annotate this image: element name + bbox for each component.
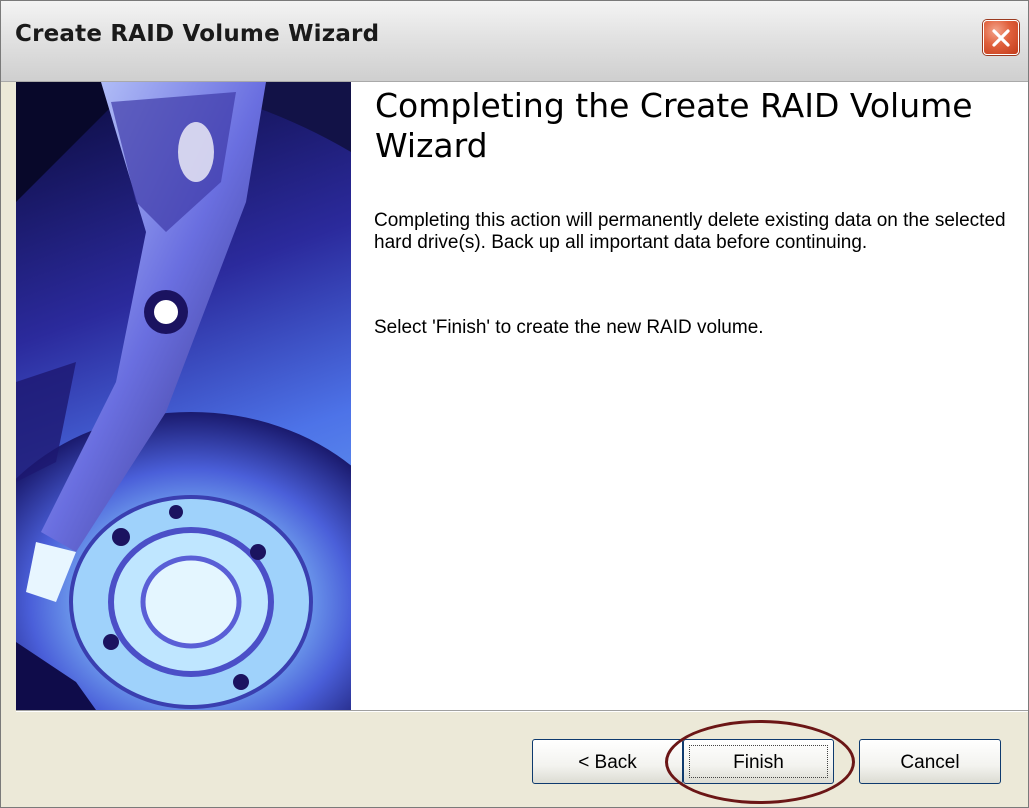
- close-icon: [992, 29, 1010, 47]
- close-button[interactable]: [983, 20, 1019, 55]
- page-title: Completing the Create RAID Volume Wizard: [375, 86, 973, 165]
- finish-button-label: Finish: [733, 752, 784, 773]
- content-panel: Completing the Create RAID Volume Wizard…: [351, 82, 1028, 710]
- footer-divider-highlight: [16, 711, 1028, 712]
- warning-text: Completing this action will permanently …: [374, 210, 1006, 253]
- title-bar[interactable]: Create RAID Volume Wizard: [1, 1, 1028, 82]
- window-title: Create RAID Volume Wizard: [15, 21, 380, 47]
- wizard-window: Create RAID Volume Wizard Completing the…: [0, 0, 1029, 808]
- hero-image: [16, 82, 351, 710]
- cancel-button[interactable]: Cancel: [859, 739, 1001, 784]
- hard-drive-illustration: [16, 82, 351, 710]
- finish-button[interactable]: Finish: [683, 739, 834, 784]
- instruction-text: Select 'Finish' to create the new RAID v…: [374, 317, 764, 338]
- back-button[interactable]: < Back: [532, 739, 683, 784]
